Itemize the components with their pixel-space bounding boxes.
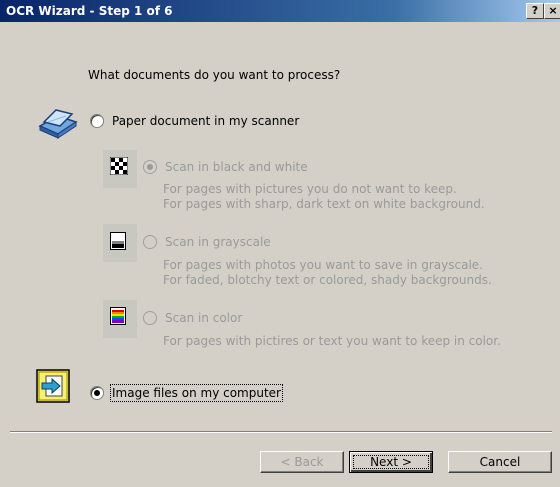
option-gray[interactable]: Scan in grayscale xyxy=(143,235,271,249)
color-radio[interactable] xyxy=(143,311,157,325)
question-text: What documents do you want to process? xyxy=(88,68,341,82)
scanner-radio[interactable] xyxy=(90,114,104,128)
files-label: Image files on my computer xyxy=(110,384,283,402)
black-white-checker-icon xyxy=(110,157,128,175)
option-color[interactable]: Scan in color xyxy=(143,311,242,325)
color-label: Scan in color xyxy=(165,311,243,325)
cancel-button[interactable]: Cancel xyxy=(448,451,552,473)
gray-desc-1: For pages with photos you want to save i… xyxy=(163,258,483,272)
bw-label: Scan in black and white xyxy=(165,160,308,174)
title-bar[interactable]: OCR Wizard - Step 1 of 6 ? × xyxy=(0,0,560,22)
window-title: OCR Wizard - Step 1 of 6 xyxy=(6,4,173,18)
close-button[interactable]: × xyxy=(544,3,560,19)
folder-arrow-icon xyxy=(36,369,70,403)
bw-radio[interactable] xyxy=(143,160,157,174)
color-desc-1: For pages with pictires or text you want… xyxy=(163,334,501,348)
grayscale-icon xyxy=(110,232,126,250)
gray-radio[interactable] xyxy=(143,235,157,249)
next-button-label: Next > xyxy=(350,452,432,472)
scanner-icon xyxy=(38,109,78,139)
files-radio[interactable] xyxy=(90,386,104,400)
gray-label: Scan in grayscale xyxy=(165,235,271,249)
back-button[interactable]: < Back xyxy=(260,451,344,473)
separator xyxy=(10,431,552,433)
color-bars-icon xyxy=(110,307,126,325)
option-files[interactable]: Image files on my computer xyxy=(90,384,283,402)
bw-desc-2: For pages with sharp, dark text on white… xyxy=(163,197,485,211)
bw-desc-1: For pages with pictures you do not want … xyxy=(163,182,457,196)
option-bw[interactable]: Scan in black and white xyxy=(143,160,308,174)
gray-desc-2: For faded, blotchy text or colored, shad… xyxy=(163,273,492,287)
option-scanner[interactable]: Paper document in my scanner xyxy=(90,114,299,128)
next-button[interactable]: Next > xyxy=(349,451,433,473)
ocr-wizard-dialog: OCR Wizard - Step 1 of 6 ? × What docume… xyxy=(0,0,560,487)
help-button[interactable]: ? xyxy=(526,3,544,19)
scanner-label: Paper document in my scanner xyxy=(112,114,300,128)
